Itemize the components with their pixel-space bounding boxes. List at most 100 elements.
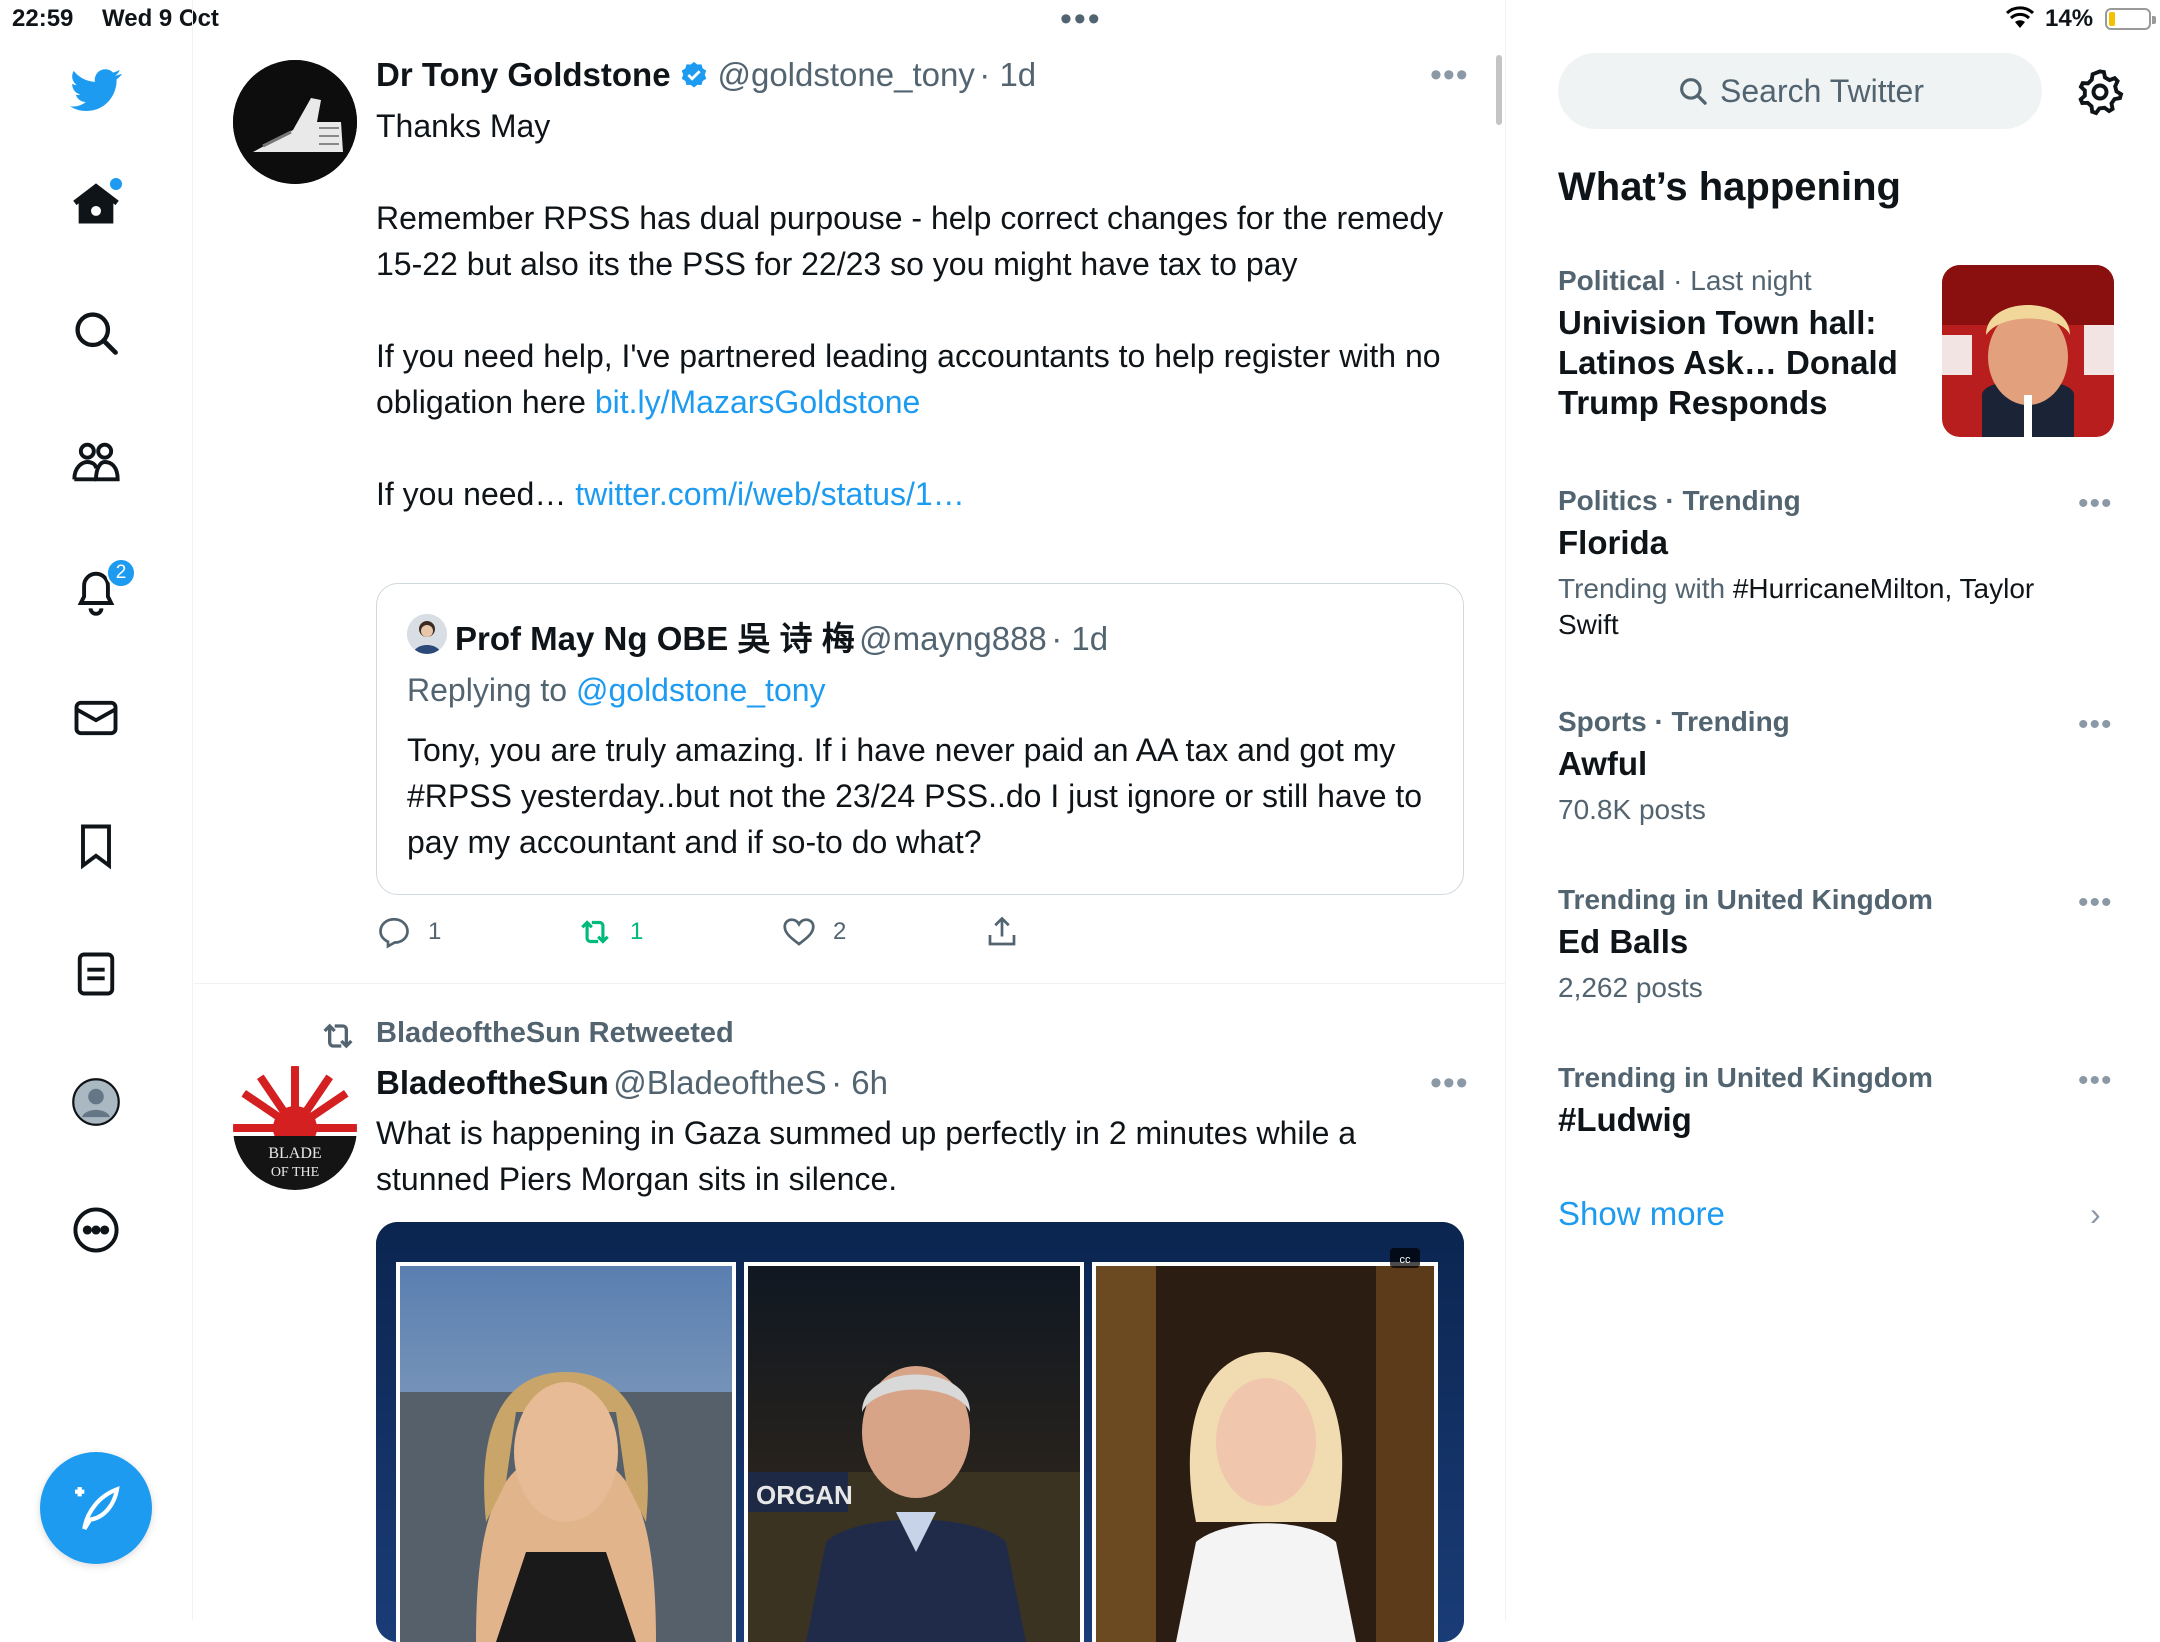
settings-gear-icon[interactable] <box>2074 66 2126 118</box>
reply-icon <box>379 917 409 949</box>
left-nav: 2 <box>0 0 193 1620</box>
tweet2-more-icon[interactable]: ••• <box>1430 1064 1469 1103</box>
like-button[interactable]: 2 <box>781 912 846 952</box>
closed-captions-badge[interactable]: cc <box>1400 1254 1412 1266</box>
tweet-link[interactable]: twitter.com/i/web/status/1… <box>575 476 964 512</box>
tweet-video-media[interactable]: ORGAN cc <box>376 1222 1464 1642</box>
verified-badge-icon <box>679 60 709 95</box>
trend-more-icon[interactable]: ••• <box>2078 1064 2113 1098</box>
quoted-header: Prof May Ng OBE 吳 诗 梅 @mayng888 · 1d <box>455 612 1108 660</box>
lists-icon[interactable] <box>66 944 126 1004</box>
trend-item[interactable]: Politics · Trending Florida Trending wit… <box>1558 485 2098 643</box>
trend-thumbnail-image[interactable] <box>1942 265 2114 437</box>
trend-meta: · Last night <box>1665 265 1812 296</box>
trend-title: Univision Town hall: Latinos Ask… Donald… <box>1558 304 1898 421</box>
trend-category: Sports · Trending <box>1558 706 1790 737</box>
quoted-tweet-text: Tony, you are truly amazing. If i have n… <box>407 732 1423 860</box>
trend-post-count: 2,262 posts <box>1558 972 1703 1003</box>
tweet-body: Thanks May Remember RPSS has dual purpou… <box>376 103 1466 517</box>
tweet-timestamp[interactable]: · 1d <box>979 56 1036 93</box>
trend-title: #Ludwig <box>1558 1101 1692 1138</box>
avatar-text: OF THE <box>271 1165 319 1180</box>
quoted-author-name: Prof May Ng OBE 吳 诗 梅 <box>455 620 855 657</box>
timeline-scrollbar[interactable] <box>1496 55 1502 125</box>
trend-item[interactable]: Sports · Trending Awful 70.8K posts <box>1558 706 2098 828</box>
trend-category: Trending in United Kingdom <box>1558 1062 1933 1093</box>
battery-percent: 14% <box>2045 5 2094 32</box>
trend-item[interactable]: Trending in United Kingdom #Ludwig <box>1558 1062 2098 1140</box>
trend-item[interactable]: Political · Last night Univision Town ha… <box>1558 265 1898 423</box>
tweet-divider <box>194 983 1506 984</box>
tweet2-text: What is happening in Gaza summed up perf… <box>376 1115 1357 1197</box>
whats-happening-title: What’s happening <box>1558 165 1901 209</box>
communities-icon[interactable] <box>66 432 126 492</box>
tweet2-header: BladeoftheSun @BladeoftheS · 6h <box>376 1064 888 1102</box>
quoted-author-handle: @mayng888 <box>859 620 1047 657</box>
trend-category: Politics · Trending <box>1558 485 1801 516</box>
search-placeholder: Search Twitter <box>1720 72 1924 109</box>
tweet2-timestamp[interactable]: · 6h <box>831 1064 888 1101</box>
avatar-text: BLADE <box>268 1145 321 1162</box>
explore-search-icon[interactable] <box>66 303 126 363</box>
trend-title: Florida <box>1558 524 1669 561</box>
compose-tweet-button[interactable] <box>40 1452 152 1564</box>
notifications-bell-icon[interactable]: 2 <box>66 558 136 620</box>
tweet2-author-handle[interactable]: @BladeoftheS <box>613 1064 826 1101</box>
messages-envelope-icon[interactable] <box>66 688 126 748</box>
wifi-icon <box>2005 6 2035 37</box>
tweet-author-name[interactable]: Dr Tony Goldstone <box>376 56 671 93</box>
retweeted-by-label[interactable]: BladeoftheSun Retweeted <box>376 1017 734 1050</box>
tweet2-author-avatar[interactable]: BLADE OF THE <box>233 1066 357 1190</box>
trend-category: Political <box>1558 265 1666 296</box>
trend-item[interactable]: Trending in United Kingdom Ed Balls 2,26… <box>1558 884 2098 1006</box>
like-count: 2 <box>833 918 847 945</box>
tweet-text-paragraph: If you need… twitter.com/i/web/status/1… <box>376 471 1466 517</box>
chevron-right-icon: › <box>2090 1196 2101 1232</box>
tweet-text-paragraph: If you need help, I've partnered leading… <box>376 333 1466 425</box>
tweet2-author-name[interactable]: BladeoftheSun <box>376 1064 609 1101</box>
trend-more-icon[interactable]: ••• <box>2078 886 2113 920</box>
tweet-header: Dr Tony Goldstone @goldstone_tony · 1d <box>376 56 1036 95</box>
notification-count-badge: 2 <box>106 558 136 588</box>
tweet-text-paragraph: Remember RPSS has dual purpouse - help c… <box>376 200 1444 282</box>
battery-icon <box>2105 8 2156 30</box>
trend-more-icon[interactable]: ••• <box>2078 708 2113 742</box>
trend-more-icon[interactable]: ••• <box>2078 487 2113 521</box>
search-icon <box>1680 78 1707 105</box>
share-icon <box>988 916 1016 946</box>
reply-button[interactable]: 1 <box>376 912 441 952</box>
reply-count: 1 <box>428 918 442 945</box>
retweet-icon <box>581 920 609 944</box>
trend-category: Trending in United Kingdom <box>1558 884 1933 915</box>
home-icon[interactable] <box>66 174 126 234</box>
tweet-text-line: Thanks May <box>376 108 551 144</box>
replying-to: Replying to @goldstone_tony <box>407 672 826 709</box>
tweet-more-icon[interactable]: ••• <box>1430 56 1469 95</box>
retweet-count: 1 <box>630 918 644 945</box>
search-input[interactable]: Search Twitter <box>1558 53 2042 129</box>
share-button[interactable] <box>984 912 1020 952</box>
tweet-author-avatar[interactable] <box>233 60 357 184</box>
trend-title: Ed Balls <box>1558 923 1689 960</box>
home-unread-dot <box>110 178 122 190</box>
bookmarks-icon[interactable] <box>66 816 126 876</box>
retweet-button[interactable]: 1 <box>576 912 643 952</box>
profile-avatar-icon[interactable] <box>66 1072 126 1132</box>
twitter-logo-icon[interactable] <box>66 60 126 120</box>
trend-title: Awful <box>1558 745 1648 782</box>
tweet-author-handle[interactable]: @goldstone_tony <box>717 56 974 93</box>
quoted-tweet[interactable]: Prof May Ng OBE 吳 诗 梅 @mayng888 · 1d Rep… <box>376 583 1464 895</box>
more-options-icon[interactable] <box>66 1200 126 1260</box>
tweet-text-segment: If you need… <box>376 476 576 512</box>
video-caption-text: ORGAN <box>756 1480 853 1510</box>
heart-icon <box>783 918 815 946</box>
retweeted-icon <box>318 1016 358 1056</box>
show-more-link[interactable]: Show more <box>1558 1195 1725 1233</box>
replying-to-label: Replying to <box>407 672 576 708</box>
quoted-timestamp: · 1d <box>1051 620 1109 657</box>
trend-sub-prefix: Trending with <box>1558 573 1733 604</box>
tweet-link[interactable]: bit.ly/MazarsGoldstone <box>595 384 920 420</box>
replying-to-handle[interactable]: @goldstone_tony <box>576 672 826 708</box>
trend-post-count: 70.8K posts <box>1558 794 1706 825</box>
quoted-author-avatar <box>407 614 447 654</box>
